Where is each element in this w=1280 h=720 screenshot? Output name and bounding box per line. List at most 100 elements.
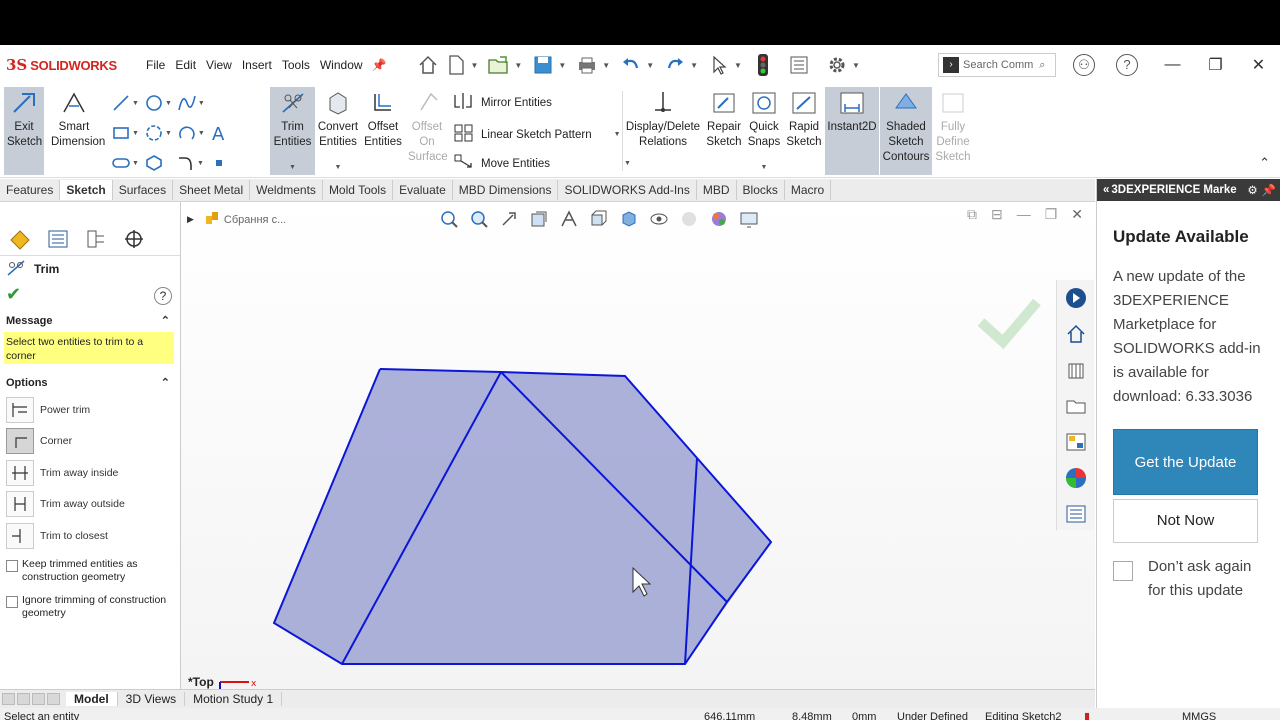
status-units[interactable]: MMGS [1182,710,1216,720]
tab-mold-tools[interactable]: Mold Tools [323,180,394,200]
back-chevron-icon[interactable]: « [1103,184,1109,196]
pin-icon[interactable]: 📌 [372,58,387,72]
menu-view[interactable]: View [201,58,237,72]
arc-icon[interactable] [176,123,198,143]
chevron-down-icon[interactable]: ▼ [132,100,139,107]
rebuild-status-icon[interactable]: ▮ [1084,710,1090,720]
user-account-icon[interactable]: ⚇ [1073,54,1095,76]
tab-macro[interactable]: Macro [785,180,832,200]
spline-icon[interactable] [176,93,198,113]
tab-surfaces[interactable]: Surfaces [113,180,174,200]
chevron-down-icon[interactable]: ▼ [624,160,631,167]
collapse-icon[interactable]: ⌃ [161,372,170,394]
tab-motion-study-1[interactable]: Motion Study 1 [185,692,283,706]
open-folder-icon[interactable] [486,52,512,78]
settings-gear-icon[interactable]: ⚙ [1247,183,1257,197]
graphics-area[interactable]: ▶ Сбрання с... ⧉ ⊟ — ❐ ✕ x *Top [181,202,1095,689]
dont-ask-again-row[interactable]: Don’t ask again for this update [1113,555,1264,603]
configuration-manager-icon[interactable] [82,226,110,252]
shaded-sketch-contours-button[interactable]: Shaded Sketch Contours [880,87,932,175]
convert-entities-button[interactable]: Convert Entities ▼ [316,87,360,175]
tab-evaluate[interactable]: Evaluate [393,180,453,200]
smart-dimension-button[interactable]: Smart Dimension [50,87,105,150]
collapse-icon[interactable]: ⌃ [161,310,170,332]
menu-tools[interactable]: Tools [277,58,315,72]
chevron-down-icon[interactable]: ▼ [471,61,479,70]
chevron-down-icon[interactable]: ▼ [198,100,205,107]
repair-sketch-button[interactable]: Repair Sketch [704,87,744,150]
instant2d-button[interactable]: Instant2D [825,87,879,175]
solidworks-resources-icon[interactable] [1057,280,1095,316]
chevron-down-icon[interactable]: ▼ [514,61,522,70]
chevron-down-icon[interactable]: ▼ [734,61,742,70]
options-gear-icon[interactable] [824,52,850,78]
appearances-icon[interactable] [1057,460,1095,496]
rebuild-traffic-light-icon[interactable] [750,52,776,78]
tab-mbd-dimensions[interactable]: MBD Dimensions [453,180,559,200]
file-explorer-icon[interactable] [1057,388,1095,424]
menu-window[interactable]: Window [315,58,368,72]
not-now-button[interactable]: Not Now [1113,499,1258,543]
option-corner[interactable]: Corner [0,426,180,458]
restore-button[interactable]: ❐ [1194,55,1237,75]
solidworks-logo[interactable]: 3S SOLIDWORKS [6,56,141,74]
line-icon[interactable] [110,93,132,113]
ok-checkmark-button[interactable]: ✔ [0,282,180,306]
chevron-down-icon[interactable]: ▼ [745,160,783,175]
ignore-trimming-checkbox[interactable] [6,595,18,608]
tab-scroll-arrows[interactable] [0,693,66,705]
offset-on-surface-button[interactable]: Offset On Surface [405,87,449,165]
chevron-down-icon[interactable]: ▼ [197,160,204,167]
search-commands-box[interactable]: › Search Comm ⌕ [938,53,1056,77]
help-icon[interactable]: ? [1116,54,1138,76]
offset-entities-button[interactable]: Offset Entities [361,87,405,150]
undo-icon[interactable] [618,52,644,78]
circle-icon[interactable] [143,93,165,113]
ignore-trimming-checkbox-row[interactable]: Ignore trimming of construction geometry [0,594,180,624]
tab-features[interactable]: Features [0,180,61,200]
text-icon[interactable]: A [209,123,231,143]
chevron-down-icon[interactable]: ▼ [132,130,139,137]
move-entities-button[interactable]: Move Entities ▼ [453,153,631,174]
tab-model[interactable]: Model [66,692,118,706]
file-properties-icon[interactable] [786,52,812,78]
confirmation-corner-checkmark-icon[interactable] [977,298,1041,350]
print-icon[interactable] [574,52,600,78]
chevron-down-icon[interactable]: ▼ [646,61,654,70]
redo-icon[interactable] [662,52,688,78]
close-button[interactable]: ✕ [1237,55,1280,75]
chevron-down-icon[interactable]: ▼ [690,61,698,70]
exit-sketch-button[interactable]: Exit Sketch [4,87,44,175]
polygon-icon[interactable] [143,153,165,173]
chevron-down-icon[interactable]: ▼ [165,130,172,137]
collapse-ribbon-icon[interactable]: ⌃ [1259,155,1270,171]
tab-3d-views[interactable]: 3D Views [118,692,186,706]
property-manager-icon[interactable] [44,226,72,252]
chevron-down-icon[interactable]: ▼ [165,100,172,107]
menu-edit[interactable]: Edit [170,58,201,72]
search-input[interactable]: Search Comm [963,59,1033,71]
chevron-down-icon[interactable]: ▼ [132,160,139,167]
tab-solidworks-add-ins[interactable]: SOLIDWORKS Add-Ins [558,180,697,200]
option-trim-away-inside[interactable]: Trim away inside [0,457,180,489]
tab-sketch[interactable]: Sketch [60,180,113,200]
dimxpert-manager-icon[interactable] [120,226,148,252]
chevron-down-icon[interactable]: ▼ [198,130,205,137]
chevron-down-icon[interactable]: ▼ [852,61,860,70]
option-trim-away-outside[interactable]: Trim away outside [0,489,180,521]
custom-properties-icon[interactable] [1057,496,1095,532]
menu-file[interactable]: File [141,58,170,72]
sketch-canvas[interactable]: x [181,202,1095,689]
keep-trimmed-checkbox[interactable] [6,559,18,572]
fully-define-sketch-button[interactable]: Fully Define Sketch [933,87,973,165]
menu-insert[interactable]: Insert [237,58,277,72]
message-section-header[interactable]: Message ⌃ [0,310,180,332]
rectangle-icon[interactable] [110,123,132,143]
chevron-down-icon[interactable]: ▼ [270,160,315,175]
chevron-down-icon[interactable]: ▼ [316,160,360,175]
tab-weldments[interactable]: Weldments [250,180,323,200]
new-document-icon[interactable] [443,52,469,78]
get-the-update-button[interactable]: Get the Update [1113,429,1258,495]
tab-sheet-metal[interactable]: Sheet Metal [173,180,251,200]
feature-manager-icon[interactable] [6,226,34,252]
